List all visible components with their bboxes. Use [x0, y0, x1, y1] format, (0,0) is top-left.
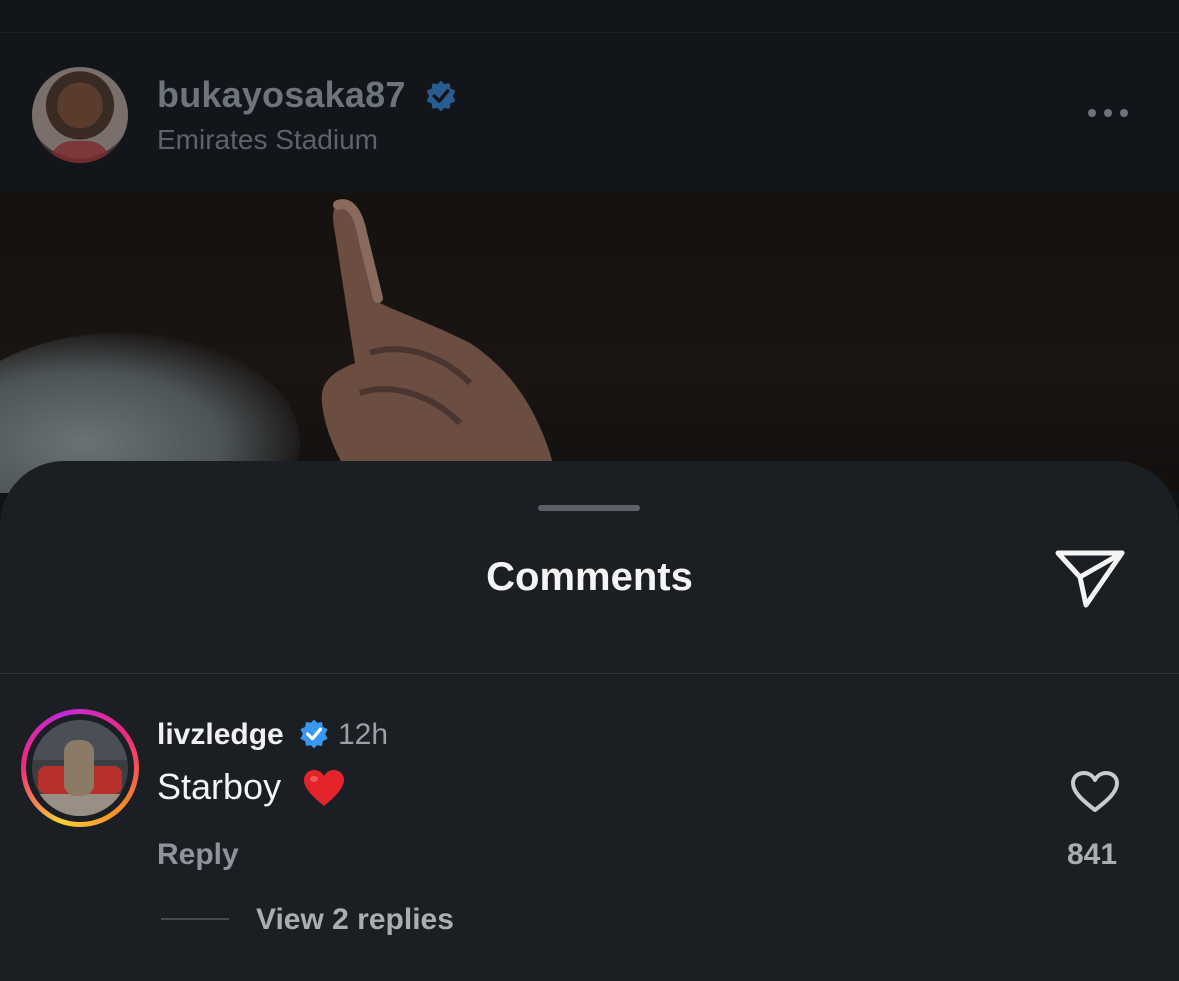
- avatar-ring-gap: [26, 714, 134, 822]
- reply-button[interactable]: Reply: [157, 838, 239, 872]
- post-image[interactable]: [0, 193, 1179, 493]
- post-author-username[interactable]: bukayosaka87: [157, 74, 406, 116]
- view-replies-button[interactable]: View 2 replies: [256, 903, 454, 937]
- sheet-divider: [0, 673, 1179, 674]
- red-heart-emoji-icon: [304, 770, 344, 806]
- post-author-avatar[interactable]: [32, 67, 128, 163]
- replies-connector-line: [161, 918, 229, 920]
- commenter-avatar[interactable]: [21, 709, 139, 827]
- more-options-button[interactable]: [1088, 100, 1140, 126]
- post-header: bukayosaka87 Emirates Stadium: [0, 0, 1179, 193]
- more-dot: [1120, 109, 1128, 117]
- more-dot: [1104, 109, 1112, 117]
- send-icon[interactable]: [1052, 543, 1128, 611]
- post-location[interactable]: Emirates Stadium: [157, 124, 378, 156]
- like-count: 841: [1067, 838, 1118, 871]
- avatar-person: [64, 740, 94, 796]
- sheet-grabber[interactable]: [538, 505, 640, 511]
- commenter-avatar-image: [32, 720, 128, 816]
- top-divider: [0, 32, 1179, 33]
- avatar-floor: [32, 794, 128, 816]
- comment-text: Starboy: [157, 766, 282, 807]
- heart-like-icon[interactable]: [1070, 770, 1120, 814]
- comment-timestamp: 12h: [338, 718, 389, 751]
- commenter-username[interactable]: livzledge: [157, 718, 284, 752]
- more-dot: [1088, 109, 1096, 117]
- verified-badge-icon: [300, 719, 328, 749]
- sheet-title: Comments: [486, 555, 693, 599]
- pointing-hand-image: [321, 199, 560, 493]
- verified-badge-icon: [426, 80, 456, 112]
- avatar-shirt: [50, 141, 110, 163]
